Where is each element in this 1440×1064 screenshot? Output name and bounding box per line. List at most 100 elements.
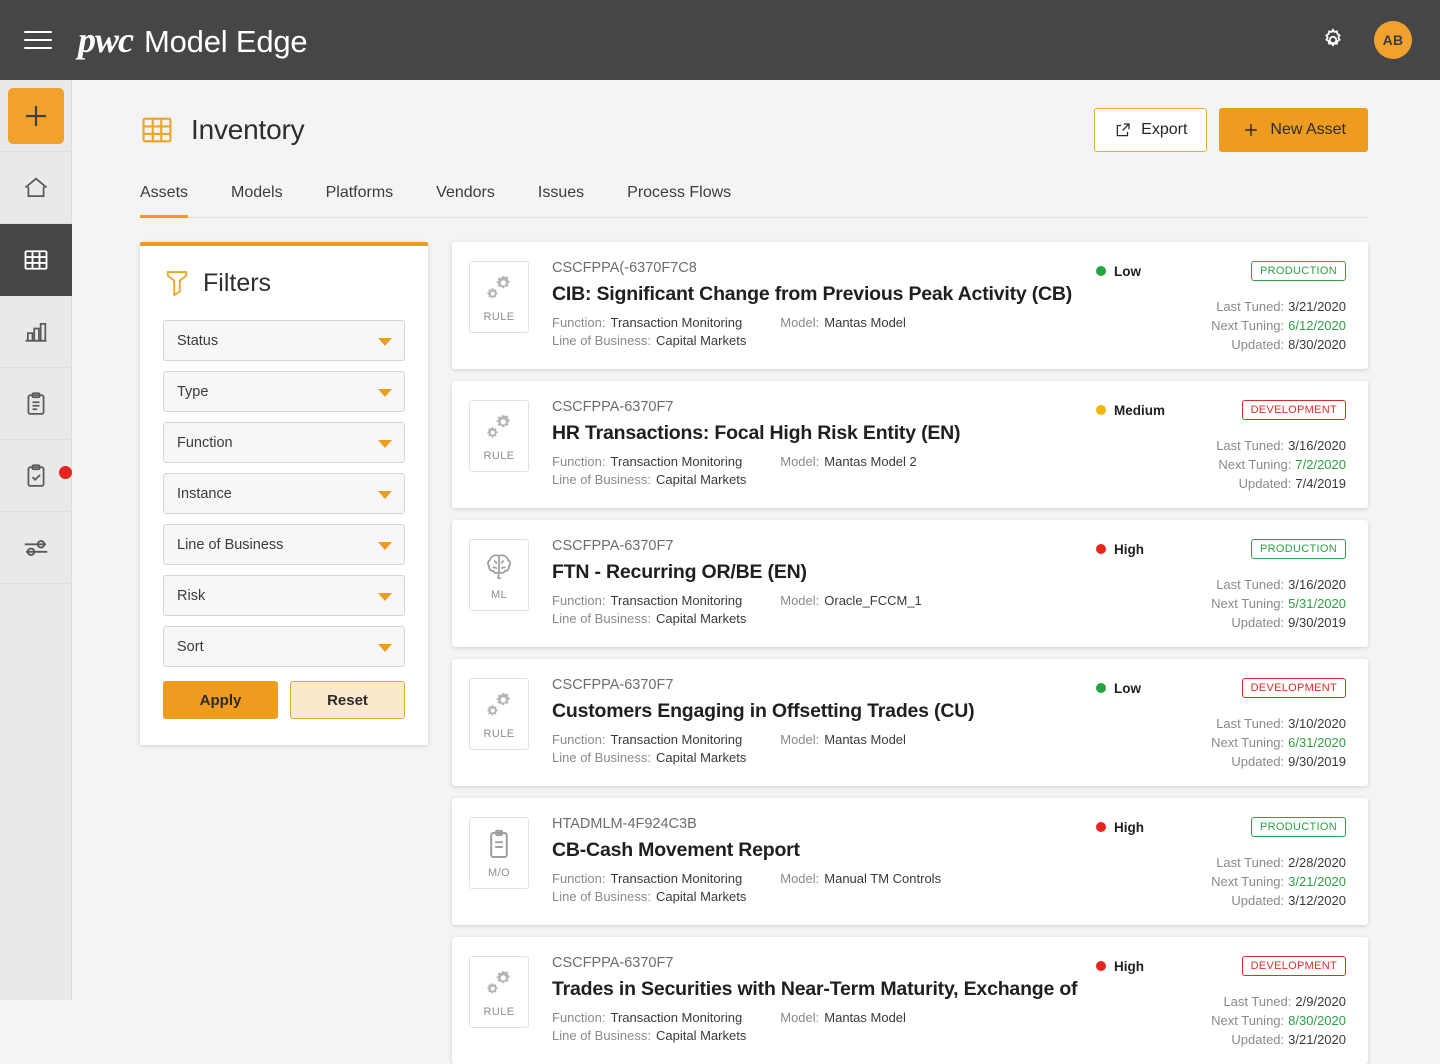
apply-filters-button[interactable]: Apply <box>163 681 278 719</box>
page-title: Inventory <box>191 114 305 145</box>
risk-label: Low <box>1114 263 1141 279</box>
asset-card-body: CSCFPPA-6370F7 HR Transactions: Focal Hig… <box>529 398 1096 487</box>
grid-icon <box>24 249 48 270</box>
asset-dates: Last Tuned: 3/10/2020 Next Tuning: 6/31/202… <box>1096 714 1346 771</box>
asset-title[interactable]: Customers Engaging in Offsetting Trades … <box>552 700 1096 723</box>
asset-model: Model: Mantas Model <box>780 315 906 330</box>
asset-card[interactable]: RULE CSCFPPA-6370F7 Trades in Securities w… <box>452 937 1368 1064</box>
left-nav-rail <box>0 80 72 1000</box>
tab-assets[interactable]: Assets <box>140 178 189 218</box>
new-asset-button[interactable]: New Asset <box>1219 108 1368 152</box>
asset-lob-label: Line of Business: <box>552 472 652 487</box>
updated-label: Updated: <box>1231 754 1285 769</box>
risk-label: High <box>1114 541 1144 557</box>
updated-label: Updated: <box>1231 1032 1285 1047</box>
asset-lob-value: Capital Markets <box>656 1028 747 1043</box>
clipboard-icon <box>27 391 45 415</box>
export-button[interactable]: Export <box>1094 108 1208 152</box>
asset-function-value: Transaction Monitoring <box>610 1010 743 1025</box>
risk-label: Low <box>1114 680 1141 696</box>
next-tuning-value: 5/31/2020 <box>1288 596 1346 611</box>
asset-card[interactable]: RULE CSCFPPA-6370F7 HR Transactions: Focal… <box>452 381 1368 508</box>
tab-vendors[interactable]: Vendors <box>436 178 495 218</box>
sidebar-item-reports[interactable] <box>0 368 72 440</box>
risk-dot-icon <box>1096 405 1106 415</box>
asset-card[interactable]: RULE CSCFPPA-6370F7 Customers Engaging in … <box>452 659 1368 786</box>
asset-card-right: Low DEVELOPMENT Last Tuned: 3/10/2020 Next T… <box>1096 676 1346 771</box>
status-badge: DEVELOPMENT <box>1241 400 1346 420</box>
tab-platforms[interactable]: Platforms <box>326 178 394 218</box>
next-tuning-row: Next Tuning: 3/21/2020 <box>1096 872 1346 891</box>
asset-model-value: Mantas Model <box>824 315 906 330</box>
asset-model-value: Mantas Model <box>824 1010 906 1025</box>
updated-value: 7/4/2019 <box>1295 476 1346 491</box>
main-content: Inventory Export New Asset Assets Models… <box>72 80 1440 1064</box>
asset-title[interactable]: HR Transactions: Focal High Risk Entity … <box>552 422 1096 445</box>
asset-title[interactable]: FTN - Recurring OR/BE (EN) <box>552 561 1096 584</box>
last-tuned-value: 3/10/2020 <box>1288 716 1346 731</box>
asset-id: CSCFPPA-6370F7 <box>552 677 674 693</box>
checklist-icon <box>27 463 45 487</box>
asset-function-label: Function: <box>552 593 606 608</box>
asset-card[interactable]: RULE CSCFPPA(-6370F7C8 CIB: Significant Ch… <box>452 242 1368 369</box>
filter-select-risk[interactable]: Risk <box>163 575 405 616</box>
asset-type-label: RULE <box>483 449 515 462</box>
asset-lob-label: Line of Business: <box>552 611 652 626</box>
tab-models[interactable]: Models <box>231 178 283 218</box>
avatar[interactable]: AB <box>1374 21 1412 59</box>
gears-icon <box>487 970 510 993</box>
reset-filters-button[interactable]: Reset <box>290 681 405 719</box>
asset-list: RULE CSCFPPA(-6370F7C8 CIB: Significant Ch… <box>452 242 1368 1064</box>
filter-select-line-of-business[interactable]: Line of Business <box>163 524 405 565</box>
asset-lob-value: Capital Markets <box>656 333 747 348</box>
asset-model: Model: Manual TM Controls <box>780 871 941 886</box>
sidebar-item-inventory[interactable] <box>0 224 72 296</box>
asset-dates: Last Tuned: 3/16/2020 Next Tuning: 5/31/202… <box>1096 575 1346 632</box>
hamburger-icon[interactable] <box>24 31 52 49</box>
sidebar-item-tasks[interactable] <box>0 440 72 512</box>
filter-select-sort[interactable]: Sort <box>163 626 405 667</box>
asset-function: Function: Transaction Monitoring <box>552 454 742 469</box>
risk-label: High <box>1114 819 1144 835</box>
brand-logo[interactable]: pwc Model Edge <box>78 19 308 61</box>
tab-issues[interactable]: Issues <box>538 178 584 218</box>
asset-id: CSCFPPA-6370F7 <box>552 955 674 971</box>
sidebar-item-settings[interactable] <box>0 512 72 584</box>
sidebar-item-analytics[interactable] <box>0 296 72 368</box>
asset-function-value: Transaction Monitoring <box>610 732 743 747</box>
filter-select-type[interactable]: Type <box>163 371 405 412</box>
asset-line-of-business: Line of Business: Capital Markets <box>552 889 1096 904</box>
asset-card[interactable]: M/O HTADMLM-4F924C3B CB-Cash Movement Repo… <box>452 798 1368 925</box>
risk-indicator: High <box>1096 820 1144 835</box>
asset-status-row: High PRODUCTION <box>1096 539 1346 559</box>
asset-card[interactable]: ML CSCFPPA-6370F7 FTN - Recurring OR/BE (E… <box>452 520 1368 647</box>
filter-select-status[interactable]: Status <box>163 320 405 361</box>
filter-select-instance-label: Instance <box>177 485 232 502</box>
updated-value: 9/30/2019 <box>1288 754 1346 769</box>
risk-dot-icon <box>1096 544 1106 554</box>
last-tuned-label: Last Tuned: <box>1223 994 1292 1009</box>
asset-title[interactable]: CIB: Significant Change from Previous Pe… <box>552 283 1096 306</box>
gear-icon[interactable] <box>1318 25 1348 55</box>
sidebar-item-add[interactable] <box>0 80 72 152</box>
filter-select-instance[interactable]: Instance <box>163 473 405 514</box>
asset-status-row: Medium DEVELOPMENT <box>1096 400 1346 420</box>
last-tuned-label: Last Tuned: <box>1216 299 1285 314</box>
chevron-down-icon <box>378 541 392 550</box>
updated-row: Updated: 3/12/2020 <box>1096 891 1346 910</box>
chevron-down-icon <box>378 388 392 397</box>
asset-title[interactable]: CB-Cash Movement Report <box>552 839 1096 862</box>
gears-icon <box>487 414 510 437</box>
filter-select-function[interactable]: Function <box>163 422 405 463</box>
asset-title[interactable]: Trades in Securities with Near-Term Matu… <box>552 978 1096 1001</box>
tab-process-flows[interactable]: Process Flows <box>627 178 731 218</box>
asset-type-label: RULE <box>483 727 515 740</box>
status-badge: DEVELOPMENT <box>1241 956 1346 976</box>
risk-label: High <box>1114 958 1144 974</box>
sidebar-item-home[interactable] <box>0 152 72 224</box>
asset-type-box: RULE <box>469 956 529 1028</box>
asset-function: Function: Transaction Monitoring <box>552 593 742 608</box>
asset-meta-row: Function: Transaction Monitoring Model: Ora… <box>552 593 1096 608</box>
updated-label: Updated: <box>1231 615 1285 630</box>
asset-lob-label: Line of Business: <box>552 889 652 904</box>
